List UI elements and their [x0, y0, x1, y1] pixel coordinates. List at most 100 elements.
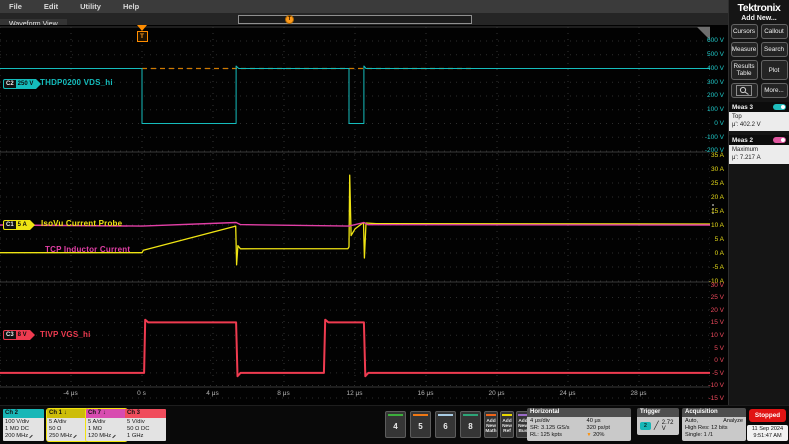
axis-tick-label: 400 V	[707, 64, 724, 72]
datetime-display: 11 Sep 2024 9:51:47 AM	[747, 425, 788, 441]
axis-tick-label: 0 A	[714, 249, 724, 257]
sample-rate: SR: 3.125 GS/s	[530, 425, 570, 431]
measurement-card[interactable]: Meas 3 Top μ': 402.2 V	[729, 102, 789, 131]
cursors-button[interactable]: Cursors	[730, 24, 758, 39]
plot-button[interactable]: Plot	[760, 60, 788, 80]
probe-compensation-icon	[112, 434, 116, 439]
measurement-toggle[interactable]	[773, 137, 786, 143]
time-tick-label: 0 s	[137, 390, 146, 397]
axis-tick-label: 500 V	[707, 51, 724, 59]
add-new-button[interactable]: Add New Math	[484, 411, 498, 438]
channel-badge[interactable]: Ch 1 ↓ 5 A/div 50 Ω 250 MHz	[46, 408, 89, 442]
ch1-reference-marker[interactable]: C1 5 A	[3, 220, 35, 230]
axis-tick-label: -10 V	[708, 382, 724, 390]
menu-item[interactable]: Help	[123, 2, 139, 11]
search-button[interactable]: Search	[760, 42, 788, 57]
measurement-body: Maximum μ': 7.217 A	[729, 145, 789, 164]
ch2-voltage-axis: 600 V 500 V 400 V 300 V 200 V 100 V0 V -100 V-…	[694, 34, 726, 158]
axis-tick-label: 300 V	[707, 78, 724, 86]
measurement-body: Top μ': 402.2 V	[729, 112, 789, 131]
time-tick-label: 24 μs	[559, 390, 576, 397]
waveform-plot-area[interactable]: T C2 250 V C1 5 A C3 8 V THDP0200 VDS_hi…	[0, 25, 728, 405]
ch7-trace-label: TCP Inductor Current	[45, 245, 131, 254]
time-tick-label: 4 μs	[206, 390, 219, 397]
measurement-toggle[interactable]	[773, 104, 786, 110]
menu-bar: File Edit Utility Help	[0, 0, 728, 13]
measure-button[interactable]: Measure	[730, 42, 758, 57]
right-control-panel: Tektronix Add New... Cursors Callout Mea…	[728, 0, 789, 405]
channel-enable-button[interactable]: 5	[410, 411, 431, 438]
time-label: 9:51:47 AM	[753, 433, 782, 439]
results-table-button[interactable]: Results Table	[730, 60, 758, 80]
oscilloscope-screen: FileEditUtilityHelp Waveform View T T C2…	[0, 0, 789, 444]
more-button[interactable]: More...	[760, 83, 788, 98]
ch2-trace-label: THDP0200 VDS_hi	[40, 78, 113, 87]
menu-item[interactable]: Utility	[80, 2, 101, 11]
ch3-trace-label: TIVP VGS_hi	[40, 330, 91, 339]
channel-arrow-icon: ↓	[102, 410, 106, 416]
record-view-navigator[interactable]: T	[238, 15, 472, 24]
channel-badge-body: 5 A/div 50 Ω 250 MHz	[47, 418, 88, 441]
channel-badge-body: 5 V/div 50 Ω DC 1 GHz	[125, 418, 166, 441]
horizontal-scale: 4 μs/div	[530, 418, 550, 424]
trigger-level: 2.72 V	[661, 420, 674, 432]
horizontal-badge[interactable]: Horizontal 4 μs/div 40 μs SR: 3.125 GS/s 3…	[527, 408, 631, 441]
stopped-button[interactable]: Stopped	[749, 409, 786, 422]
measurement-header: Meas 2	[729, 135, 789, 145]
horizontal-window: 40 μs	[586, 418, 601, 424]
add-new-label: Add New Ref	[502, 418, 512, 435]
channel-badge[interactable]: Ch 7 ↓ 5 A/div 1 MΩ 120 MHz	[85, 408, 128, 442]
channel-termination-row: 50 Ω DC	[127, 426, 150, 432]
axis-tick-label: -100 V	[704, 133, 724, 141]
axis-tick-label: -5 A	[712, 263, 724, 271]
measurement-list: Meas 3 Top μ': 402.2 V Meas 2 Maximum μ'…	[729, 102, 789, 164]
sample-interval: 320 ps/pt	[586, 425, 610, 431]
axis-tick-label: 0 V	[714, 119, 724, 127]
ch1-trace-label: IsoVu Current Probe	[41, 219, 123, 228]
trigger-time-marker[interactable]: T	[136, 25, 148, 42]
measurement-value: μ': 402.2 V	[732, 122, 761, 128]
callout-button[interactable]: Callout	[760, 24, 788, 39]
menu-item[interactable]: File	[9, 2, 22, 11]
menu-item[interactable]: Edit	[44, 2, 58, 11]
acquisition-badge[interactable]: Acquisition Auto, Analyze High Res: 12 bi…	[682, 408, 746, 441]
trigger-badge[interactable]: Trigger 2 ╱ 2.72 V	[637, 408, 679, 435]
ch3-reference-marker[interactable]: C3 8 V	[3, 330, 35, 340]
channel-bandwidth-row: 200 MHz	[5, 433, 42, 440]
axis-tick-label: 10 A	[710, 221, 724, 229]
channel-number: 5	[418, 422, 423, 431]
trigger-position-cell: ▼ 20%	[587, 432, 631, 439]
ch2-badge-label: C2	[3, 79, 16, 89]
channel-enable-button[interactable]: 8	[460, 411, 481, 438]
ch3-badge-label: C3	[3, 330, 16, 340]
axis-tick-label: 10 V	[710, 331, 724, 339]
measurement-card[interactable]: Meas 2 Maximum μ': 7.217 A	[729, 135, 789, 164]
trigger-t-icon: T	[136, 31, 148, 42]
measurement-type: Maximum	[732, 147, 759, 153]
channel-badge-header: Ch 2	[3, 409, 44, 418]
channel-badge[interactable]: Ch 3 5 V/div 50 Ω DC 1 GHz	[124, 408, 167, 442]
channel-number: 4	[393, 422, 398, 431]
channel-enable-button[interactable]: 4	[385, 411, 406, 438]
time-tick-label: 12 μs	[346, 390, 363, 397]
channel-termination-row: 50 Ω	[49, 426, 62, 432]
axis-tick-label: 35 A	[710, 151, 724, 159]
axis-tick-label: 15 A	[710, 207, 724, 215]
trigger-position-marker[interactable]: T	[285, 15, 294, 24]
zoom-tool-button[interactable]	[730, 83, 758, 98]
channel-enable-button[interactable]: 6	[435, 411, 456, 438]
time-tick-label: 16 μs	[417, 390, 434, 397]
time-axis: -4 μs 0 s 4 μs 8 μs 12 μs 16 μs 20 μs 24 μs 28 μ…	[35, 390, 674, 397]
trigger-position-icon: ▼	[586, 432, 592, 438]
acquisition-mode: Auto,	[685, 418, 699, 424]
add-new-label: Add New...	[741, 15, 777, 22]
channel-badge[interactable]: Ch 2 100 V/div 1 MΩ DC 200 MHz	[2, 408, 45, 442]
add-new-button[interactable]: Add New Ref	[500, 411, 514, 438]
ch1-marker-tip	[29, 220, 35, 230]
axis-tick-label: -5 V	[712, 369, 724, 377]
measurement-name: Meas 3	[732, 103, 754, 111]
brand-logo: Tektronix	[737, 2, 781, 14]
ch2-reference-marker[interactable]: C2 250 V	[3, 79, 42, 89]
channel-bandwidth-row: 1 GHz	[127, 433, 164, 440]
side-button-grid: Cursors Callout Measure Search Results T…	[729, 24, 789, 98]
